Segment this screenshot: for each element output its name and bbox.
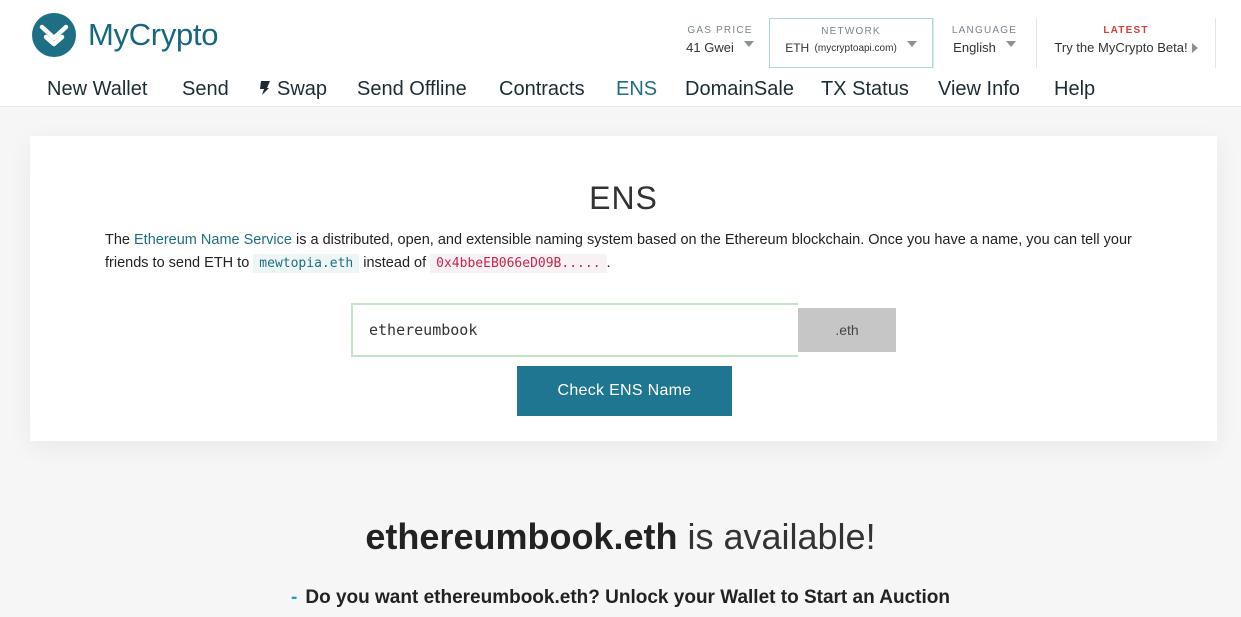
ens-name-input[interactable] <box>351 303 798 357</box>
network-selector[interactable]: NETWORK ETH (mycryptoapi.com) <box>769 18 933 68</box>
language-selector[interactable]: LANGUAGE English <box>933 18 1035 68</box>
result-name: ethereumbook.eth <box>365 516 678 557</box>
brand-name: MyCrypto <box>88 17 219 52</box>
gas-price-caption: GAS PRICE <box>687 25 753 36</box>
nav-view-info[interactable]: View Info <box>938 78 1020 101</box>
example-address: 0x4bbeEB066eD09B..... <box>430 254 607 273</box>
chevron-down-icon <box>1005 40 1016 47</box>
desc-prefix: The <box>105 232 135 248</box>
language-caption: LANGUAGE <box>951 25 1018 36</box>
latest-link[interactable]: LATEST Try the MyCrypto Beta! <box>1036 18 1216 68</box>
example-name: mewtopia.eth <box>253 254 360 273</box>
ens-link[interactable]: Ethereum Name Service <box>134 232 292 248</box>
chevron-right-icon <box>1191 42 1198 53</box>
check-ens-button[interactable]: Check ENS Name <box>517 366 732 416</box>
gas-price-selector[interactable]: GAS PRICE 41 Gwei <box>672 18 768 68</box>
network-caption: NETWORK <box>821 26 881 37</box>
nav-tx-status[interactable]: TX Status <box>821 78 909 101</box>
desc-end: . <box>606 255 611 271</box>
eth-suffix: .eth <box>798 308 896 352</box>
latest-value: Try the MyCrypto Beta! <box>1054 40 1188 55</box>
auction-text: Do you want ethereumbook.eth? Unlock you… <box>305 587 950 608</box>
header: MyCrypto GAS PRICE 41 Gwei NETWORK ETH (… <box>0 0 1241 72</box>
nav-ens[interactable]: ENS <box>616 78 657 101</box>
nav-contracts[interactable]: Contracts <box>499 78 585 101</box>
desc-instead: instead of <box>359 255 431 271</box>
nav-send[interactable]: Send <box>182 78 229 101</box>
main-nav: New Wallet Send Swap Send Offline Contra… <box>0 72 1241 107</box>
chevron-down-icon <box>906 41 917 47</box>
nav-swap-label: Swap <box>277 78 328 100</box>
logo[interactable]: MyCrypto <box>32 13 219 57</box>
nav-send-offline[interactable]: Send Offline <box>357 78 467 101</box>
chevron-down-icon <box>743 40 754 47</box>
network-detail: (mycryptoapi.com) <box>814 42 897 54</box>
nav-new-wallet[interactable]: New Wallet <box>47 78 147 101</box>
gas-price-value: 41 Gwei <box>686 40 734 55</box>
auction-prompt[interactable]: - Do you want ethereumbook.eth? Unlock yo… <box>0 587 1241 609</box>
ens-card: ENS The Ethereum Name Service is a distr… <box>30 136 1217 441</box>
network-value: ETH <box>785 41 810 55</box>
result-heading: ethereumbook.eth is available! <box>0 516 1241 558</box>
language-value: English <box>953 40 996 55</box>
nav-swap[interactable]: Swap <box>259 78 327 101</box>
nav-help[interactable]: Help <box>1054 78 1095 101</box>
mycrypto-logo-icon <box>32 13 76 57</box>
nav-domainsale[interactable]: DomainSale <box>685 78 794 101</box>
result-status: is available! <box>687 516 876 557</box>
latest-caption: LATEST <box>1103 25 1149 36</box>
swap-icon <box>260 81 270 95</box>
page-title: ENS <box>589 180 658 216</box>
ens-description: The Ethereum Name Service is a distribut… <box>105 229 1145 275</box>
dash-marker: - <box>291 587 298 608</box>
